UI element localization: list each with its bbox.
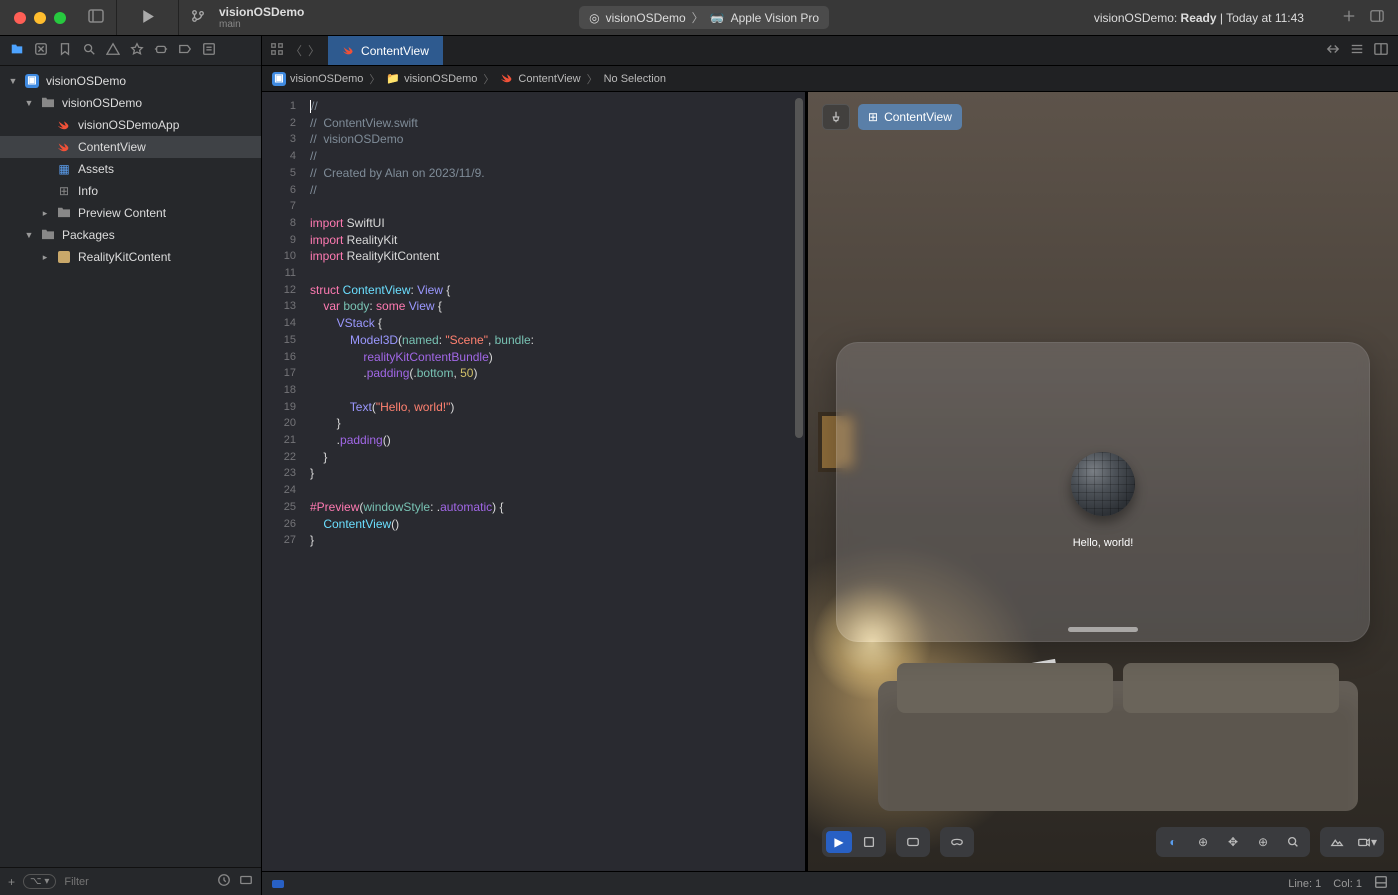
related-items-icon[interactable] [270, 42, 284, 59]
swift-file-icon [342, 43, 355, 59]
titlebar: visionOSDemo main ◎ visionOSDemo 〉 🥽 App… [0, 0, 1398, 36]
toggle-navigator-icon[interactable] [88, 8, 104, 27]
project-navigator-tab[interactable] [10, 42, 24, 59]
editor-tab-contentview[interactable]: ContentView [328, 36, 443, 65]
orbit-camera-button[interactable]: ◐ [1160, 831, 1186, 853]
recent-filter-icon[interactable] [217, 873, 231, 890]
preview-view-icon: ⊞ [868, 110, 878, 124]
status-bar: Line: 1 Col: 1 [262, 871, 1398, 895]
visionos-window: Hello, world! [836, 342, 1370, 642]
adjust-editor-icon[interactable] [1326, 42, 1340, 59]
vision-pro-button[interactable] [944, 831, 970, 853]
environment-button[interactable] [1324, 831, 1350, 853]
navigator-filter-input[interactable] [64, 876, 209, 888]
window-grab-handle [1068, 627, 1138, 632]
editor-tabbar: 〈 〉 ContentView [262, 36, 1398, 66]
source-control-info[interactable]: visionOSDemo main [209, 5, 314, 30]
dolly-camera-button[interactable]: ⊕ [1250, 831, 1276, 853]
tree-item-visionosdemo[interactable]: ▼visionOSDemo [0, 92, 261, 114]
debug-navigator-tab[interactable] [154, 42, 168, 59]
preview-selector-chip[interactable]: ⊞ ContentView [858, 104, 962, 130]
nav-back-button[interactable]: 〈 [290, 42, 302, 59]
tree-item-realitykitcontent[interactable]: ▸RealityKitContent [0, 246, 261, 268]
source-control-navigator-tab[interactable] [34, 42, 48, 59]
folder-icon: 📁 [386, 72, 400, 85]
tree-item-info[interactable]: ⊞Info [0, 180, 261, 202]
cursor-col-label: Col: 1 [1333, 878, 1362, 890]
navigator-panel: ▼▣visionOSDemo▼visionOSDemovisionOSDemoA… [0, 36, 262, 895]
preview-scene: Hello, world! [808, 92, 1398, 871]
selectable-preview-button[interactable] [856, 831, 882, 853]
editor-options-icon[interactable] [1350, 42, 1364, 59]
tree-item-preview-content[interactable]: ▸Preview Content [0, 202, 261, 224]
branch-icon[interactable] [191, 9, 209, 26]
activity-status: visionOSDemo: Ready | Today at 11:43 [1094, 11, 1320, 25]
project-name-label: visionOSDemo [219, 5, 304, 19]
breakpoints-navigator-tab[interactable] [178, 42, 192, 59]
nav-forward-button[interactable]: 〉 [308, 42, 320, 59]
zoom-window[interactable] [54, 12, 66, 24]
hello-text-label: Hello, world! [836, 537, 1370, 549]
add-target-button[interactable]: + [8, 875, 15, 889]
close-window[interactable] [14, 12, 26, 24]
code-content[interactable]: // // ContentView.swift // visionOSDemo … [304, 92, 805, 871]
device-settings-button[interactable] [900, 831, 926, 853]
tests-navigator-tab[interactable] [130, 42, 144, 59]
navigator-filter-bar: + ⌥ ▾ [0, 867, 261, 895]
branch-name-label: main [219, 19, 304, 30]
swift-file-icon [500, 70, 514, 87]
cursor-line-label: Line: 1 [1288, 878, 1321, 890]
tree-item-visionosdemoapp[interactable]: visionOSDemoApp [0, 114, 261, 136]
tree-item-contentview[interactable]: ContentView [0, 136, 261, 158]
issues-navigator-tab[interactable] [106, 42, 120, 59]
scheme-name: visionOSDemo [606, 11, 686, 25]
app-icon: ▣ [272, 72, 286, 86]
window-traffic-lights [0, 12, 80, 24]
add-button[interactable] [1342, 9, 1356, 26]
pan-camera-button[interactable]: ✥ [1220, 831, 1246, 853]
live-preview-button[interactable]: ▶ [826, 831, 852, 853]
jump-bar[interactable]: ▣ visionOSDemo〉 📁 visionOSDemo〉 ContentV… [262, 66, 1398, 92]
status-indicator[interactable] [272, 880, 284, 888]
find-navigator-tab[interactable] [82, 42, 96, 59]
reports-navigator-tab[interactable] [202, 42, 216, 59]
editor-vertical-scrollbar[interactable] [791, 92, 805, 871]
filter-scope-button[interactable]: ⌥ ▾ [23, 874, 56, 889]
scheme-app-icon: ◎ [589, 11, 599, 25]
add-editor-icon[interactable] [1374, 42, 1388, 59]
source-editor[interactable]: 1234567891011121314151617181920212223242… [262, 92, 808, 871]
tree-item-packages[interactable]: ▼Packages [0, 224, 261, 246]
tree-item-assets[interactable]: ▦Assets [0, 158, 261, 180]
pin-preview-button[interactable] [822, 104, 850, 130]
destination-device-icon: 🥽 [710, 11, 725, 25]
minimize-window[interactable] [34, 12, 46, 24]
add-object-button[interactable]: ⊕ [1190, 831, 1216, 853]
zoom-button[interactable] [1280, 831, 1306, 853]
tree-item-visionosdemo[interactable]: ▼▣visionOSDemo [0, 70, 261, 92]
run-button[interactable] [121, 8, 174, 28]
project-navigator-tree: ▼▣visionOSDemo▼visionOSDemovisionOSDemoA… [0, 66, 261, 867]
library-button[interactable] [1370, 9, 1384, 26]
line-number-gutter: 1234567891011121314151617181920212223242… [262, 92, 304, 871]
scheme-selector[interactable]: ◎ visionOSDemo 〉 🥽 Apple Vision Pro [579, 6, 829, 29]
preview-canvas[interactable]: Hello, world! ⊞ ContentView ▶ [808, 92, 1398, 871]
bookmarks-navigator-tab[interactable] [58, 42, 72, 59]
scm-filter-icon[interactable] [239, 873, 253, 890]
navigator-selector-bar [0, 36, 261, 66]
toggle-debug-area-icon[interactable] [1374, 875, 1388, 892]
canvas-toolbar: ▶ ◐ ⊕ ✥ ⊕ [822, 827, 1384, 857]
tab-title: ContentView [361, 44, 429, 58]
camera-button[interactable]: ▾ [1354, 831, 1380, 853]
destination-name: Apple Vision Pro [731, 11, 820, 25]
editor-area: 〈 〉 ContentView ▣ visionOSDemo〉 📁 vision… [262, 36, 1398, 895]
model3d-sphere [1071, 452, 1135, 516]
